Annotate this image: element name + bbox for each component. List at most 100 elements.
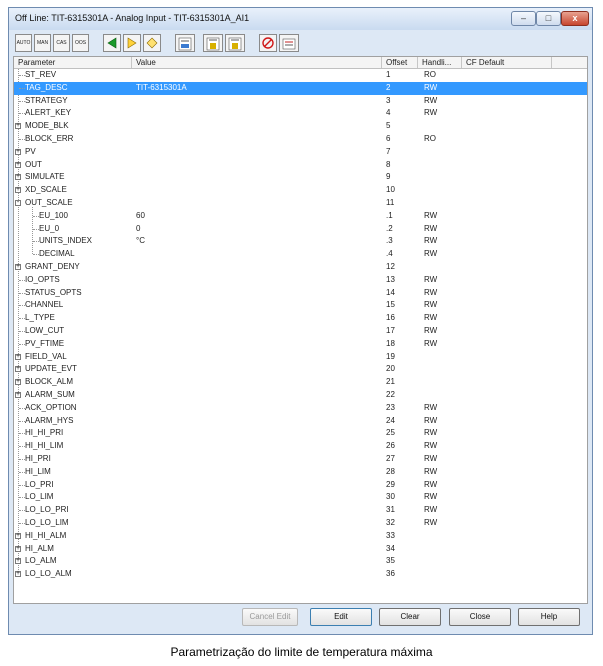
- expand-toggle[interactable]: +: [15, 570, 21, 578]
- table-row[interactable]: HI_HI_LIM 26 RW: [14, 440, 587, 453]
- expand-toggle[interactable]: +: [15, 186, 21, 194]
- table-row[interactable]: + HI_HI_ALM 33: [14, 530, 587, 543]
- parameter-handling: RW: [424, 210, 438, 220]
- parameter-value[interactable]: 0: [136, 223, 376, 236]
- stop-button[interactable]: [259, 34, 277, 52]
- column-header-offset[interactable]: Offset: [382, 57, 418, 68]
- maximize-button[interactable]: □: [536, 11, 561, 26]
- parameter-value[interactable]: 60: [136, 210, 376, 223]
- table-row[interactable]: CHANNEL 15 RW: [14, 299, 587, 312]
- expand-toggle[interactable]: +: [15, 532, 21, 539]
- table-row[interactable]: LO_LO_LIM 32 RW: [14, 517, 587, 530]
- column-header-parameter[interactable]: Parameter: [14, 57, 132, 68]
- edit-button[interactable]: Edit: [310, 608, 372, 626]
- parameter-list[interactable]: Parameter Value Offset Handli... CF Defa…: [13, 56, 588, 604]
- man-mode-button[interactable]: MAN: [34, 34, 51, 52]
- close-button[interactable]: Close: [449, 608, 511, 626]
- expand-toggle[interactable]: +: [15, 161, 21, 168]
- clear-button[interactable]: Clear: [379, 608, 441, 626]
- title-bar[interactable]: Off Line: TIT-6315301A - Analog Input - …: [9, 8, 592, 30]
- minimize-button[interactable]: –: [511, 11, 536, 26]
- table-row[interactable]: LO_LO_PRI 31 RW: [14, 504, 587, 517]
- parameter-offset: 11: [386, 198, 395, 207]
- column-header-value[interactable]: Value: [132, 57, 382, 68]
- column-header-handling[interactable]: Handli...: [418, 57, 462, 68]
- expand-toggle[interactable]: +: [15, 173, 21, 181]
- table-row[interactable]: HI_HI_PRI 25 RW: [14, 427, 587, 440]
- parameter-value[interactable]: °C: [136, 235, 376, 248]
- expand-toggle[interactable]: +: [15, 545, 21, 552]
- expand-toggle[interactable]: +: [15, 148, 21, 155]
- table-row[interactable]: EU_0 0 .2 RW: [14, 223, 587, 236]
- table-row[interactable]: + XD_SCALE 10: [14, 184, 587, 197]
- table-row[interactable]: ALERT_KEY 4 RW: [14, 107, 587, 120]
- all-read-button[interactable]: [203, 34, 223, 52]
- next-button[interactable]: [123, 34, 141, 52]
- table-row[interactable]: EU_100 60 .1 RW: [14, 210, 587, 223]
- def-read-icon: [228, 37, 242, 51]
- expand-toggle[interactable]: +: [15, 391, 21, 398]
- parameter-handling: RW: [424, 518, 438, 527]
- table-row[interactable]: LOW_CUT 17 RW: [14, 325, 587, 338]
- table-row[interactable]: PV_FTIME 18 RW: [14, 338, 587, 351]
- table-row[interactable]: UNITS_INDEX °C .3 RW: [14, 235, 587, 248]
- table-row[interactable]: - OUT_SCALE 11: [14, 197, 587, 210]
- parameter-name: L_TYPE: [25, 313, 55, 323]
- table-row[interactable]: + UPDATE_EVT 20: [14, 363, 587, 376]
- table-row[interactable]: + LO_ALM 35: [14, 555, 587, 568]
- cancel-edit-button[interactable]: Cancel Edit: [242, 608, 298, 626]
- table-row[interactable]: + PV 7: [14, 146, 587, 159]
- table-row[interactable]: + ALARM_SUM 22: [14, 389, 587, 402]
- expand-toggle[interactable]: +: [15, 557, 21, 565]
- table-row[interactable]: + GRANT_DENY 12: [14, 261, 587, 274]
- diamond-button[interactable]: [143, 34, 161, 52]
- oos-mode-button[interactable]: OOS: [72, 34, 89, 52]
- table-row[interactable]: BLOCK_ERR 6 RO: [14, 133, 587, 146]
- parameter-offset: 2: [386, 82, 391, 92]
- table-row[interactable]: ALARM_HYS 24 RW: [14, 415, 587, 428]
- table-row[interactable]: HI_PRI 27 RW: [14, 453, 587, 466]
- parameter-offset: .2: [386, 223, 393, 233]
- table-row[interactable]: ST_REV 1 RO: [14, 69, 587, 82]
- table-row[interactable]: TAG_DESC TIT-6315301A 2 RW: [14, 81, 587, 95]
- table-row[interactable]: DECIMAL .4 RW: [14, 248, 587, 261]
- end-read-button[interactable]: [175, 34, 195, 52]
- table-row[interactable]: IO_OPTS 13 RW: [14, 274, 587, 287]
- expand-toggle[interactable]: +: [15, 378, 21, 386]
- table-row[interactable]: ACK_OPTION 23 RW: [14, 402, 587, 415]
- table-row[interactable]: + LO_LO_ALM 36: [14, 568, 587, 581]
- table-row[interactable]: LO_LIM 30 RW: [14, 491, 587, 504]
- previous-button[interactable]: [103, 34, 121, 52]
- table-row[interactable]: STATUS_OPTS 14 RW: [14, 287, 587, 300]
- def-read-button[interactable]: [225, 34, 245, 52]
- help-button[interactable]: Help: [518, 608, 580, 626]
- table-row[interactable]: + HI_ALM 34: [14, 543, 587, 556]
- table-row[interactable]: + OUT 8: [14, 159, 587, 172]
- table-row[interactable]: LO_PRI 29 RW: [14, 479, 587, 492]
- expand-toggle[interactable]: +: [15, 263, 21, 270]
- parameter-offset: 8: [386, 159, 391, 169]
- parameter-offset: .1: [386, 210, 393, 220]
- auto-mode-button[interactable]: AUTO: [15, 34, 32, 52]
- table-row[interactable]: L_TYPE 16 RW: [14, 312, 587, 325]
- expand-toggle[interactable]: +: [15, 122, 21, 130]
- download-button[interactable]: [279, 34, 299, 52]
- expand-toggle[interactable]: +: [15, 365, 21, 373]
- column-header-cf-default[interactable]: CF Default: [462, 57, 552, 68]
- cas-mode-button[interactable]: CAS: [53, 34, 70, 52]
- table-row[interactable]: + SIMULATE 9: [14, 171, 587, 184]
- table-row[interactable]: + MODE_BLK 5: [14, 120, 587, 133]
- table-row[interactable]: HI_LIM 28 RW: [14, 466, 587, 479]
- parameter-offset: 32: [386, 518, 395, 527]
- table-row[interactable]: + FIELD_VAL 19: [14, 351, 587, 364]
- close-window-button[interactable]: x: [561, 11, 589, 26]
- expand-toggle[interactable]: -: [15, 199, 21, 206]
- table-row[interactable]: + BLOCK_ALM 21: [14, 376, 587, 389]
- parameter-name: ST_REV: [25, 70, 57, 79]
- parameter-value[interactable]: TIT-6315301A: [136, 82, 376, 95]
- table-row[interactable]: STRATEGY 3 RW: [14, 95, 587, 108]
- expand-toggle[interactable]: +: [15, 353, 21, 360]
- stop-icon: [262, 37, 274, 49]
- parameter-name: OUT: [25, 159, 42, 169]
- parameter-offset: 24: [386, 415, 395, 425]
